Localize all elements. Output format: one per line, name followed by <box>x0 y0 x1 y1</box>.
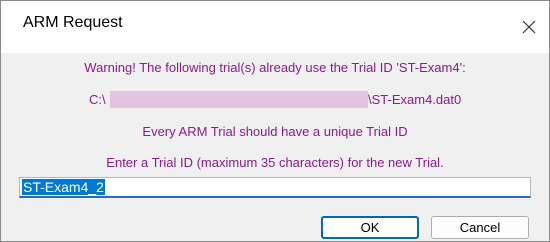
warning-message: Warning! The following trial(s) already … <box>84 60 466 75</box>
trial-id-prompt: Enter a Trial ID (maximum 35 characters)… <box>106 155 444 170</box>
cancel-button[interactable]: Cancel <box>431 216 529 239</box>
unique-id-note: Every ARM Trial should have a unique Tri… <box>142 124 408 139</box>
close-icon <box>522 20 536 34</box>
window-title: ARM Request <box>23 14 123 31</box>
trial-id-value[interactable]: ST-Exam4_2 <box>22 179 105 195</box>
path-redacted-segment <box>110 91 368 108</box>
ok-button[interactable]: OK <box>321 216 419 239</box>
path-prefix: C:\ <box>89 92 106 107</box>
close-button[interactable] <box>509 1 549 53</box>
arm-request-dialog: ARM Request Warning! The following trial… <box>0 0 550 242</box>
path-suffix: \ST-Exam4.dat0 <box>368 92 462 107</box>
title-bar[interactable]: ARM Request <box>1 1 549 53</box>
trial-id-input[interactable]: ST-Exam4_2 <box>19 177 531 198</box>
trial-path: C:\ \ST-Exam4.dat0 <box>1 91 549 111</box>
